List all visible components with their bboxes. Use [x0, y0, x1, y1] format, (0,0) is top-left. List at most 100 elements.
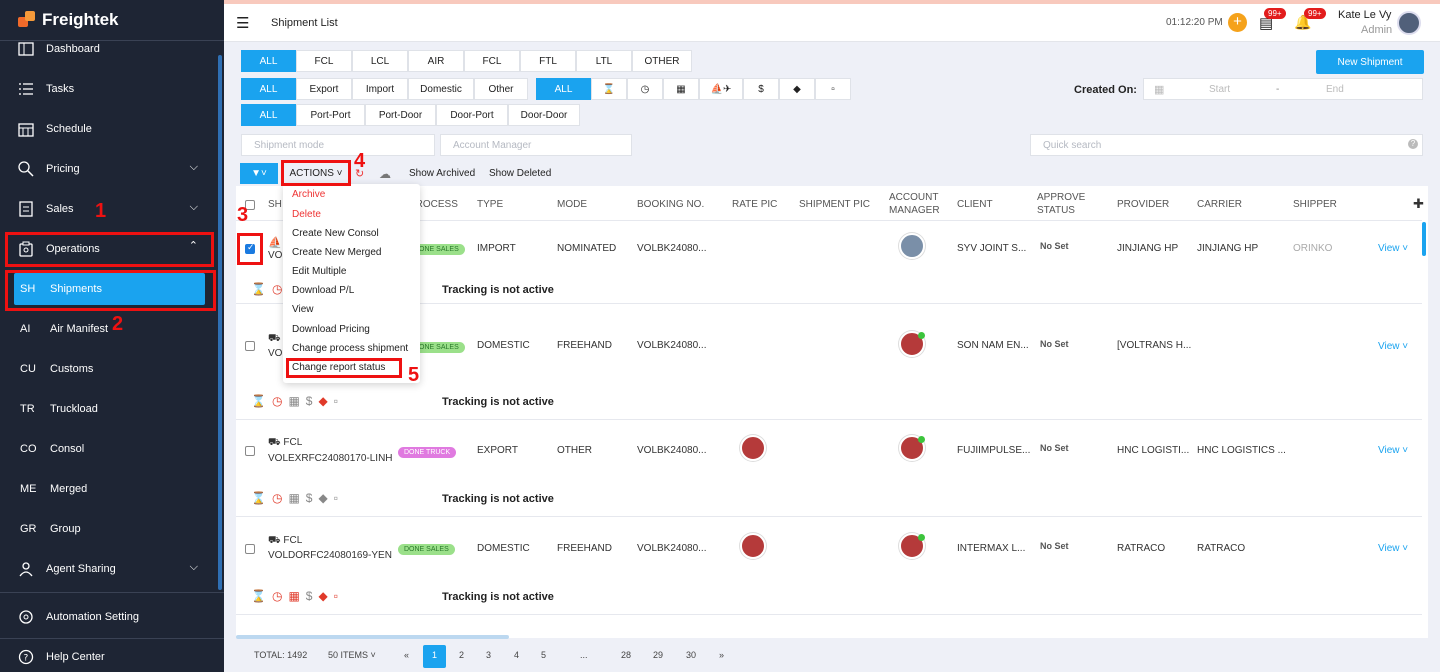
tab-fcl-sea[interactable]: FCL	[296, 50, 352, 72]
menu-item-create-new-merged[interactable]: Create New Merged	[292, 247, 381, 258]
page-5[interactable]: 5	[541, 650, 546, 660]
tab-import[interactable]: Import	[352, 78, 408, 100]
start-date-input[interactable]: Start	[1209, 84, 1230, 95]
sidebar-item-automation-setting[interactable]: Automation Setting	[0, 597, 224, 637]
tag-icon[interactable]: ◆	[318, 491, 327, 505]
document-icon[interactable]: ▫	[334, 491, 338, 505]
sidebar-item-group[interactable]: GR Group	[0, 509, 224, 549]
menu-item-edit-multiple[interactable]: Edit Multiple	[292, 266, 346, 277]
menu-item-download-pl[interactable]: Download P/L	[292, 285, 354, 296]
tab-air[interactable]: AIR	[408, 50, 464, 72]
dollar-icon[interactable]: $	[306, 589, 313, 603]
sidebar-item-customs[interactable]: CU Customs	[0, 349, 224, 389]
column-header-approve-status[interactable]: APPROVE STATUS	[1037, 191, 1092, 217]
add-column-icon[interactable]: ✚	[1413, 196, 1424, 212]
page-1[interactable]: 1	[432, 650, 437, 660]
items-per-page-select[interactable]: 50 ITEMS ˅	[328, 650, 376, 660]
document-icon[interactable]: ▫	[334, 589, 338, 603]
tab-lcl[interactable]: LCL	[352, 50, 408, 72]
page-4[interactable]: 4	[514, 650, 519, 660]
hourglass-icon[interactable]: ⌛	[251, 589, 266, 603]
column-header-type[interactable]: TYPE	[477, 198, 503, 211]
tag-icon[interactable]: ◆	[318, 394, 327, 408]
tab-type-other[interactable]: Other	[474, 78, 528, 100]
row-checkbox[interactable]	[245, 446, 255, 456]
tab-fcl-truck[interactable]: FCL	[464, 50, 520, 72]
page-30[interactable]: 30	[686, 650, 696, 660]
clock-icon[interactable]: ◷	[272, 491, 282, 505]
tab-export[interactable]: Export	[296, 78, 352, 100]
sidebar-item-consol[interactable]: CO Consol	[0, 429, 224, 469]
rate-pic-avatar[interactable]	[740, 533, 766, 559]
row-checkbox[interactable]	[245, 544, 255, 554]
view-link[interactable]: View ˅	[1378, 341, 1408, 352]
ship-plane-icon[interactable]: ⛵✈	[699, 78, 743, 100]
tab-ftl[interactable]: FTL	[520, 50, 576, 72]
sidebar-item-pricing[interactable]: Pricing ⌵	[0, 149, 224, 189]
shipment-mode-select[interactable]: Shipment mode	[241, 134, 435, 156]
calendar-icon[interactable]: ▦	[288, 394, 299, 408]
sidebar-item-sales[interactable]: Sales ⌵	[0, 189, 224, 229]
sidebar-item-truckload[interactable]: TR Truckload	[0, 389, 224, 429]
menu-item-archive[interactable]: Archive	[292, 189, 325, 200]
page-next[interactable]: »	[719, 650, 724, 660]
tab-route-all[interactable]: ALL	[241, 104, 296, 126]
hourglass-icon[interactable]: ⌛	[251, 282, 266, 296]
account-manager-avatar[interactable]	[899, 233, 925, 259]
page-3[interactable]: 3	[486, 650, 491, 660]
tab-domestic[interactable]: Domestic	[408, 78, 474, 100]
shipment-id[interactable]: VOLDORFC24080169-YEN	[268, 550, 392, 561]
view-link[interactable]: View ˅	[1378, 445, 1408, 456]
new-shipment-button[interactable]: New Shipment	[1316, 50, 1424, 74]
shipment-id[interactable]: VOLEXRFC24080170-LINH	[268, 453, 393, 464]
show-archived-toggle[interactable]: Show Archived	[409, 168, 475, 179]
column-header-carrier[interactable]: CARRIER	[1197, 198, 1242, 211]
document-icon[interactable]: ▫	[334, 394, 338, 408]
column-header-booking[interactable]: BOOKING NO.	[637, 198, 704, 211]
column-header-client[interactable]: CLIENT	[957, 198, 993, 211]
calendar-icon[interactable]: ▦	[288, 491, 299, 505]
view-link[interactable]: View ˅	[1378, 543, 1408, 554]
column-header-account-manager[interactable]: ACCOUNT MANAGER	[889, 191, 940, 217]
sidebar-item-schedule[interactable]: Schedule	[0, 109, 224, 149]
sidebar-item-tasks[interactable]: Tasks	[0, 69, 224, 109]
column-header-shipper[interactable]: SHIPPER	[1293, 198, 1337, 211]
menu-item-download-pricing[interactable]: Download Pricing	[292, 324, 370, 335]
clock-icon[interactable]: ◷	[272, 589, 282, 603]
tab-all[interactable]: ALL	[241, 50, 296, 72]
menu-item-change-process-shipment[interactable]: Change process shipment	[292, 343, 408, 354]
filter-button[interactable]: ▼˅	[240, 163, 278, 184]
tab-door-door[interactable]: Door-Door	[508, 104, 580, 126]
user-name[interactable]: Kate Le Vy	[1338, 9, 1391, 21]
clock-icon[interactable]: ◷	[272, 282, 282, 296]
calendar-icon[interactable]: ▦	[663, 78, 699, 100]
dollar-icon[interactable]: $	[743, 78, 779, 100]
sidebar-item-merged[interactable]: ME Merged	[0, 469, 224, 509]
dollar-icon[interactable]: $	[306, 491, 313, 505]
document-icon[interactable]: ▫	[815, 78, 851, 100]
sidebar-item-agent-sharing[interactable]: Agent Sharing ⌵	[0, 549, 224, 589]
tab-other[interactable]: OTHER	[632, 50, 692, 72]
column-header-shipment-pic[interactable]: SHIPMENT PIC	[799, 198, 870, 211]
tag-icon[interactable]: ◆	[318, 589, 327, 603]
hourglass-icon[interactable]: ⌛	[591, 78, 627, 100]
tab-port-port[interactable]: Port-Port	[296, 104, 365, 126]
tab-type-all[interactable]: ALL	[241, 78, 296, 100]
quick-search-input[interactable]: Quick search	[1030, 134, 1423, 156]
sidebar-item-dashboard[interactable]: Dashboard	[0, 29, 224, 69]
view-link[interactable]: View ˅	[1378, 243, 1408, 254]
clock-icon[interactable]: ◷	[272, 394, 282, 408]
calendar-icon[interactable]: ▦	[288, 589, 299, 603]
page-28[interactable]: 28	[621, 650, 631, 660]
tab-port-door[interactable]: Port-Door	[365, 104, 436, 126]
cloud-download-icon[interactable]: ☁	[379, 167, 391, 181]
column-header-provider[interactable]: PROVIDER	[1117, 198, 1169, 211]
clock-icon[interactable]: ◷	[627, 78, 663, 100]
tab-door-port[interactable]: Door-Port	[436, 104, 508, 126]
column-header-mode[interactable]: MODE	[557, 198, 587, 211]
page-prev[interactable]: «	[404, 650, 409, 660]
menu-item-create-new-consol[interactable]: Create New Consol	[292, 228, 379, 239]
hourglass-icon[interactable]: ⌛	[251, 491, 266, 505]
column-header-shipment[interactable]: SH	[268, 198, 282, 211]
dollar-icon[interactable]: $	[306, 394, 313, 408]
